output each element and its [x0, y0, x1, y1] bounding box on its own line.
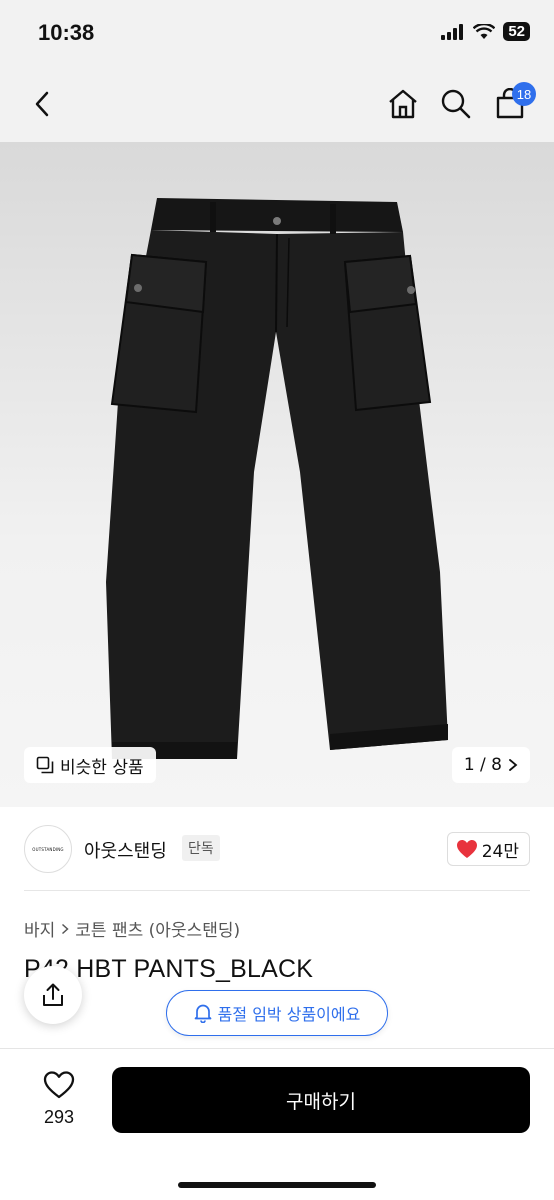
signal-icon: [441, 23, 464, 40]
status-icons: 52: [441, 22, 530, 41]
product-image: [106, 198, 448, 759]
wifi-icon: [473, 23, 496, 39]
search-button[interactable]: [436, 84, 476, 124]
low-stock-label: 품절 임박 상품이에요: [217, 1005, 361, 1024]
home-indicator: [178, 1182, 376, 1188]
heart-outline-icon: [43, 1071, 75, 1099]
heart-filled-icon: [456, 840, 477, 858]
wishlist-count: 293: [43, 1107, 75, 1127]
home-button[interactable]: [383, 84, 423, 124]
purchase-bar: 293 구매하기: [0, 1048, 554, 1200]
copy-icon: [36, 756, 54, 774]
status-time: 10:38: [38, 20, 95, 45]
product-image-gallery[interactable]: 비슷한 상품 1 / 8: [0, 142, 554, 807]
bell-icon: [194, 1004, 212, 1023]
back-button[interactable]: [22, 84, 62, 124]
image-pager-label: 1 / 8: [463, 755, 502, 775]
brand-row: OUTSTANDING 아웃스탠딩 단독 24만: [0, 818, 554, 880]
brand-name[interactable]: 아웃스탠딩: [84, 837, 167, 863]
share-icon: [43, 983, 63, 1006]
breadcrumb: 바지 코튼 팬츠 (아웃스탠딩): [24, 916, 240, 941]
brand-logo-text: OUTSTANDING: [32, 846, 64, 852]
divider: [24, 890, 530, 891]
chevron-right-icon: [62, 923, 69, 934]
breadcrumb-subcategory[interactable]: 코튼 팬츠 (아웃스탠딩): [75, 916, 240, 941]
like-count: 24만: [481, 841, 519, 862]
status-bar: 10:38 52: [0, 0, 554, 70]
cart-button[interactable]: 18: [490, 82, 536, 124]
cart-count-badge: 18: [512, 82, 536, 106]
home-icon: [389, 89, 417, 119]
wishlist-button[interactable]: 293: [24, 1071, 94, 1128]
share-button[interactable]: [24, 966, 82, 1024]
similar-products-label: 비슷한 상품: [60, 757, 144, 778]
chevron-right-icon: [509, 759, 518, 771]
buy-button[interactable]: 구매하기: [112, 1067, 530, 1133]
top-navigation: 18: [0, 70, 554, 142]
battery-indicator: 52: [503, 22, 530, 41]
exclusive-badge: 단독: [182, 835, 220, 861]
search-icon: [441, 89, 471, 119]
chevron-left-icon: [35, 91, 49, 117]
low-stock-alert[interactable]: 품절 임박 상품이에요: [166, 990, 388, 1036]
similar-products-button[interactable]: 비슷한 상품: [24, 747, 156, 783]
brand-like-button[interactable]: 24만: [446, 832, 530, 866]
breadcrumb-category[interactable]: 바지: [24, 916, 55, 941]
buy-button-label: 구매하기: [286, 1090, 356, 1113]
image-pager-button[interactable]: 1 / 8: [451, 747, 530, 783]
brand-logo[interactable]: OUTSTANDING: [24, 825, 72, 873]
